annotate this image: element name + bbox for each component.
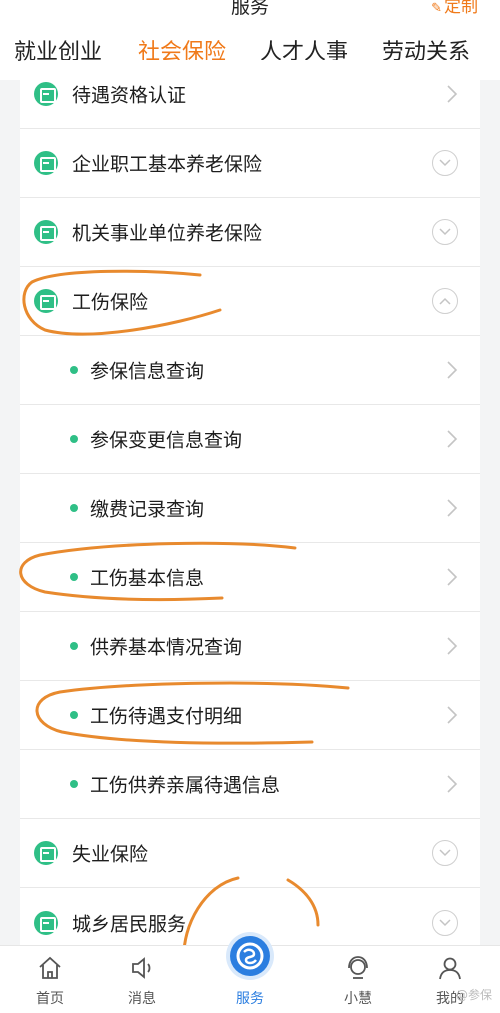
bullet-dot xyxy=(70,435,78,443)
list-item-label: 工伤保险 xyxy=(72,291,149,314)
watermark: @参保 xyxy=(455,988,492,1002)
service-list: 待遇资格认证 企业职工基本养老保险 机关事业单位养老保险 工伤保险 参保信息查询… xyxy=(20,60,480,950)
document-icon xyxy=(34,910,58,935)
collapse-button[interactable] xyxy=(432,288,458,314)
user-icon xyxy=(439,957,461,980)
nav-home[interactable]: 首页 xyxy=(0,946,100,1013)
chevron-right-icon xyxy=(447,637,458,655)
chevron-down-icon xyxy=(439,228,451,236)
list-item-label: 缴费记录查询 xyxy=(90,498,205,521)
list-item-label: 城乡居民服务 xyxy=(72,913,187,935)
list-item-label: 企业职工基本养老保险 xyxy=(72,153,263,176)
list-item-label: 参保信息查询 xyxy=(90,360,205,383)
nav-home-label: 首页 xyxy=(36,991,64,1007)
pencil-icon: ✎ xyxy=(431,1,442,16)
list-item-payment-record-query[interactable]: 缴费记录查询 xyxy=(20,474,480,543)
document-icon xyxy=(34,841,58,865)
list-item-enrollment-change-query[interactable]: 参保变更信息查询 xyxy=(20,405,480,474)
document-icon xyxy=(34,220,58,244)
chevron-right-icon xyxy=(447,568,458,586)
document-icon xyxy=(34,289,58,313)
chevron-right-icon xyxy=(447,430,458,448)
list-item-benefit-payment-detail[interactable]: 工伤待遇支付明细 xyxy=(20,681,480,750)
customize-label: 定制 xyxy=(444,0,478,17)
list-item-label: 机关事业单位养老保险 xyxy=(72,222,263,245)
expand-button[interactable] xyxy=(432,150,458,176)
list-item-label: 工伤供养亲属待遇信息 xyxy=(90,774,281,797)
list-item-label: 参保变更信息查询 xyxy=(90,429,243,452)
nav-assistant[interactable]: 小慧 xyxy=(308,946,408,1013)
expand-button[interactable] xyxy=(432,219,458,245)
chevron-right-icon xyxy=(447,85,458,103)
bullet-dot xyxy=(70,711,78,719)
nav-services-label: 服务 xyxy=(236,991,264,1007)
list-item-institution-pension[interactable]: 机关事业单位养老保险 xyxy=(20,198,480,267)
bullet-dot xyxy=(70,504,78,512)
bottom-nav: 首页 消息 服务 小慧 我的 @参保 xyxy=(0,936,500,1013)
customize-button[interactable]: ✎ 定制 xyxy=(431,0,478,17)
list-item-label: 失业保险 xyxy=(72,843,149,866)
home-icon xyxy=(39,956,61,979)
nav-assistant-label: 小慧 xyxy=(344,991,372,1007)
nav-messages-label: 消息 xyxy=(128,991,156,1007)
document-icon xyxy=(34,82,58,106)
chevron-up-icon xyxy=(439,297,451,305)
document-icon xyxy=(34,151,58,175)
list-item-work-injury-insurance[interactable]: 工伤保险 xyxy=(20,267,480,336)
chevron-down-icon xyxy=(439,849,451,857)
list-item-support-basic-query[interactable]: 供养基本情况查询 xyxy=(20,612,480,681)
list-item-label: 工伤待遇支付明细 xyxy=(90,705,243,728)
bullet-dot xyxy=(70,366,78,374)
list-item-label: 供养基本情况查询 xyxy=(90,636,243,659)
chevron-down-icon xyxy=(439,918,451,926)
list-item-enrollment-info-query[interactable]: 参保信息查询 xyxy=(20,336,480,405)
speaker-icon xyxy=(132,957,151,979)
expand-button[interactable] xyxy=(432,840,458,866)
expand-button[interactable] xyxy=(432,909,458,936)
chevron-right-icon xyxy=(447,499,458,517)
chevron-right-icon xyxy=(447,775,458,793)
nav-messages[interactable]: 消息 xyxy=(92,946,192,1013)
list-item-dependent-benefit-info[interactable]: 工伤供养亲属待遇信息 xyxy=(20,750,480,819)
nav-services[interactable]: 服务 xyxy=(200,936,300,1013)
list-item-enterprise-pension[interactable]: 企业职工基本养老保险 xyxy=(20,129,480,198)
list-item-qualification-cert[interactable]: 待遇资格认证 xyxy=(20,60,480,129)
bullet-dot xyxy=(70,642,78,650)
list-item-unemployment-insurance[interactable]: 失业保险 xyxy=(20,819,480,888)
chevron-right-icon xyxy=(447,361,458,379)
service-logo-icon xyxy=(230,936,270,976)
chevron-down-icon xyxy=(439,159,451,167)
chevron-right-icon xyxy=(447,706,458,724)
list-item-label: 待遇资格认证 xyxy=(72,84,187,107)
list-item-label: 工伤基本信息 xyxy=(90,567,205,590)
list-item-work-injury-basic-info[interactable]: 工伤基本信息 xyxy=(20,543,480,612)
bullet-dot xyxy=(70,573,78,581)
headset-icon xyxy=(348,956,368,979)
bullet-dot xyxy=(70,780,78,788)
page-title: 服务 xyxy=(230,0,269,18)
